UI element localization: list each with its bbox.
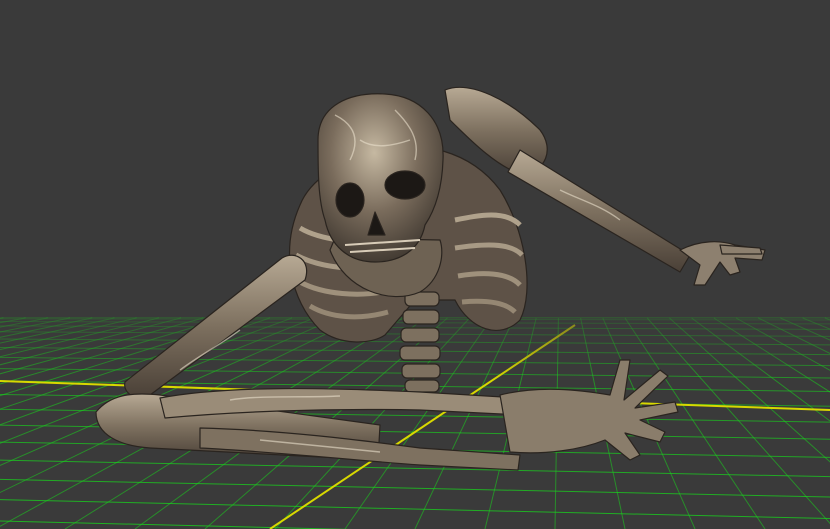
eye-socket-right xyxy=(384,170,426,200)
viewport-canvas[interactable] xyxy=(0,0,830,529)
3d-viewport[interactable] xyxy=(0,0,830,529)
eye-socket-left xyxy=(335,182,365,218)
